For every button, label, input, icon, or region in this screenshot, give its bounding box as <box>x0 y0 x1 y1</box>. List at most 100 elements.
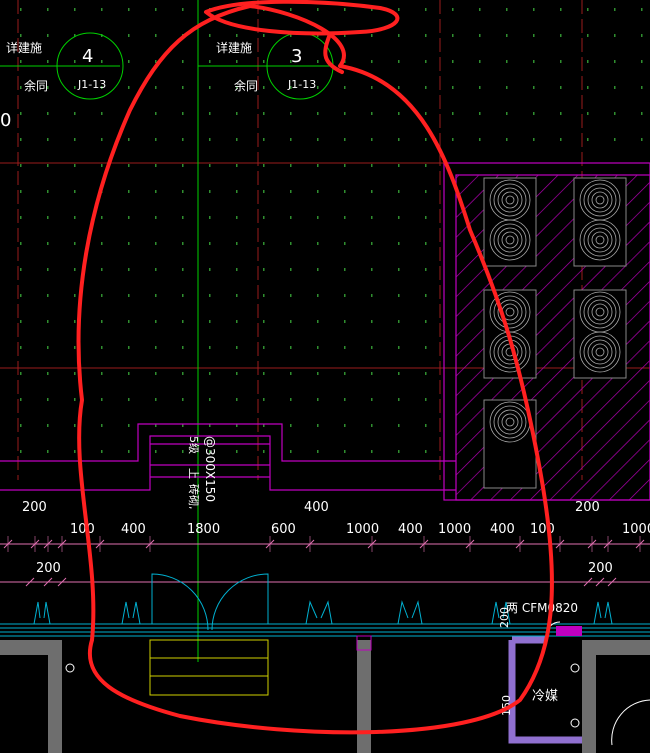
grid-dot <box>317 60 319 63</box>
grid-dot <box>290 320 292 323</box>
grid-dot <box>398 138 400 141</box>
grid-dot <box>587 86 589 89</box>
grid-dot <box>236 216 238 219</box>
grid-dot <box>371 320 373 323</box>
grid-dot <box>209 216 211 219</box>
grid-dot <box>425 294 427 297</box>
grid-dot <box>74 216 76 219</box>
grid-dot <box>479 138 481 141</box>
grid-dot <box>290 112 292 115</box>
grid-dot <box>128 372 130 375</box>
grid-dot <box>290 190 292 193</box>
small-circle-mark <box>570 663 580 673</box>
grid-dot <box>371 216 373 219</box>
grid-dot <box>587 112 589 115</box>
grid-dot <box>236 242 238 245</box>
grid-dot <box>452 138 454 141</box>
grid-dot <box>74 268 76 271</box>
grid-dot <box>128 294 130 297</box>
grid-dot <box>317 372 319 375</box>
grid-dot <box>101 8 103 11</box>
grid-dot <box>128 60 130 63</box>
grid-dot <box>452 86 454 89</box>
grid-dot <box>317 398 319 401</box>
grid-dot <box>371 450 373 453</box>
grid-dot <box>560 34 562 37</box>
grid-dot <box>128 8 130 11</box>
grid-dot <box>74 164 76 167</box>
grid-dot <box>182 138 184 141</box>
grid-dot <box>155 138 157 141</box>
grid-dot <box>74 86 76 89</box>
grid-dot <box>101 60 103 63</box>
grid-dot <box>587 60 589 63</box>
grid-dot <box>182 112 184 115</box>
grid-dot <box>209 372 211 375</box>
grid-dot <box>425 138 427 141</box>
grid-dot <box>128 268 130 271</box>
grid-dot <box>614 34 616 37</box>
grid-dot <box>20 8 22 11</box>
dim-main-10: 1000 <box>622 522 650 537</box>
grid-dot <box>47 398 49 401</box>
grid-dot <box>425 268 427 271</box>
grid-dot <box>263 60 265 63</box>
grid-dot <box>641 138 643 141</box>
grid-dot <box>344 138 346 141</box>
grid-dot <box>155 320 157 323</box>
grid-dot <box>209 242 211 245</box>
grid-dot <box>452 112 454 115</box>
window-code: 两 CFM0820 <box>506 601 578 615</box>
grid-dot <box>47 294 49 297</box>
grid-dot <box>452 8 454 11</box>
grid-dot <box>290 138 292 141</box>
grid-dot <box>47 424 49 427</box>
grid-dot <box>47 242 49 245</box>
grid-dot <box>560 138 562 141</box>
grid-dot <box>290 398 292 401</box>
grid-dot <box>344 320 346 323</box>
grid-dot <box>290 164 292 167</box>
grid-dot <box>344 346 346 349</box>
grid-dot <box>74 450 76 453</box>
grid-dot <box>614 138 616 141</box>
grid-dot <box>263 112 265 115</box>
dim-main-5: 1000 <box>346 522 379 537</box>
grid-dot <box>533 138 535 141</box>
grid-dot <box>47 190 49 193</box>
callout-number: 4 <box>82 46 93 67</box>
grid-dot <box>47 8 49 11</box>
grid-dot <box>74 112 76 115</box>
dim-main-7: 1000 <box>438 522 471 537</box>
grid-dot <box>371 268 373 271</box>
callout-sub: 余同 <box>234 78 258 93</box>
grid-dot <box>344 450 346 453</box>
grid-dot <box>20 346 22 349</box>
grid-dot <box>128 346 130 349</box>
grid-dot <box>317 112 319 115</box>
grid-dot <box>182 242 184 245</box>
grid-dot <box>47 320 49 323</box>
grid-dot <box>344 424 346 427</box>
grid-dot <box>101 398 103 401</box>
grid-dot <box>101 138 103 141</box>
grid-dot <box>371 346 373 349</box>
grid-dot <box>263 34 265 37</box>
fan-unit <box>573 289 627 379</box>
grid-dot <box>236 164 238 167</box>
small-circle-mark <box>570 718 580 728</box>
dim-main-3: 1800 <box>187 522 220 537</box>
grid-dot <box>425 8 427 11</box>
vertical-dim-1: 200 <box>498 607 511 628</box>
window-mark <box>121 601 141 625</box>
grid-dot <box>236 34 238 37</box>
grid-dot <box>101 164 103 167</box>
grid-dot <box>506 86 508 89</box>
grid-dot <box>74 138 76 141</box>
grid-dot <box>371 164 373 167</box>
grid-dot <box>425 60 427 63</box>
grid-dot <box>371 112 373 115</box>
grid-dot <box>20 112 22 115</box>
grid-dot <box>263 398 265 401</box>
grid-dot <box>398 190 400 193</box>
